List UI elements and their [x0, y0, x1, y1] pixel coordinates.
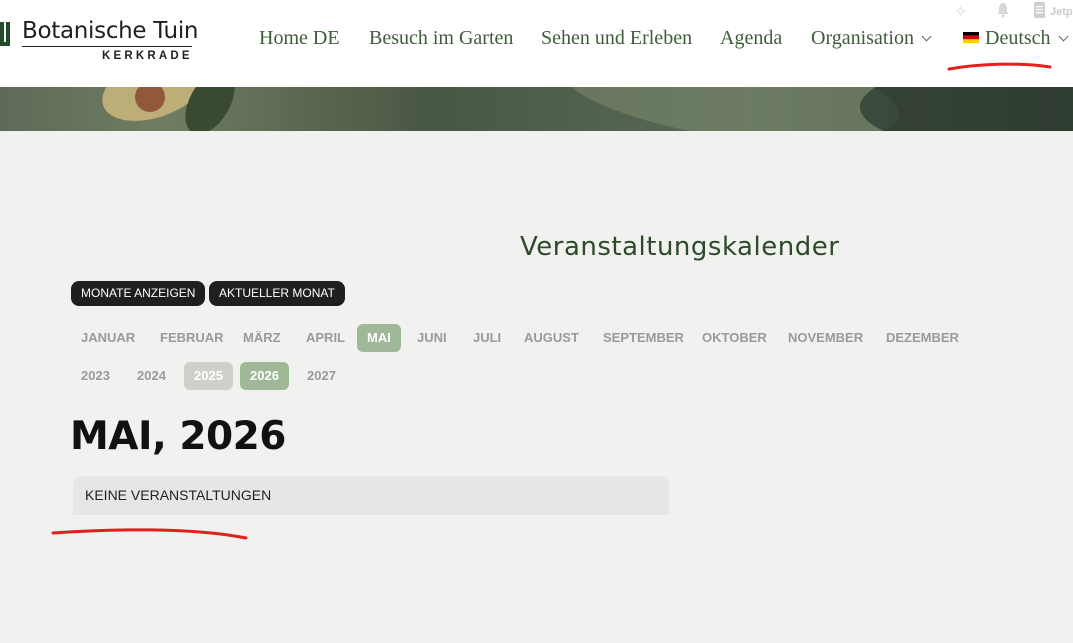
- chevron-down-icon: [1058, 31, 1068, 42]
- site-header: Botanische Tuin KERKRADE ✧ Jetp Home DE …: [0, 0, 1073, 87]
- current-month-button[interactable]: AKTUELLER MONAT: [209, 281, 345, 306]
- language-label: Deutsch: [985, 27, 1051, 49]
- year-2027[interactable]: 2027: [297, 362, 346, 390]
- hero-banner-image: [0, 87, 1073, 131]
- admin-bar-label[interactable]: Jetp: [1050, 6, 1073, 18]
- chevron-down-icon: [921, 31, 932, 42]
- month-february[interactable]: FEBRUAR: [150, 324, 234, 352]
- month-may[interactable]: MAI: [357, 324, 401, 352]
- logo-divider: [22, 46, 192, 47]
- month-october[interactable]: OKTOBER: [692, 324, 777, 352]
- nav-item-home[interactable]: Home DE: [259, 27, 340, 50]
- month-march[interactable]: MÄRZ: [233, 324, 291, 352]
- nav-item-sehen[interactable]: Sehen und Erleben: [541, 27, 692, 50]
- nav-item-besuch[interactable]: Besuch im Garten: [369, 27, 513, 50]
- month-august[interactable]: AUGUST: [514, 324, 589, 352]
- calendar-title: Veranstaltungskalender: [520, 232, 840, 262]
- annotation-underline: [51, 528, 248, 540]
- no-events-message: KEINE VERANSTALTUNGEN: [73, 476, 669, 515]
- year-2026[interactable]: 2026: [240, 362, 289, 390]
- document-icon[interactable]: [1034, 2, 1045, 23]
- show-months-button[interactable]: MONATE ANZEIGEN: [71, 281, 206, 306]
- month-july[interactable]: JULI: [463, 324, 511, 352]
- nav-item-organisation-label: Organisation: [811, 27, 914, 49]
- month-september[interactable]: SEPTEMBER: [593, 324, 694, 352]
- month-november[interactable]: NOVEMBER: [778, 324, 873, 352]
- year-2025[interactable]: 2025: [184, 362, 233, 390]
- month-april[interactable]: APRIL: [296, 324, 355, 352]
- month-december[interactable]: DEZEMBER: [876, 324, 969, 352]
- nav-item-organisation[interactable]: Organisation: [811, 27, 932, 50]
- nav-item-agenda[interactable]: Agenda: [720, 27, 782, 50]
- site-logo[interactable]: Botanische Tuin KERKRADE: [0, 14, 199, 64]
- month-june[interactable]: JUNI: [407, 324, 457, 352]
- bell-icon[interactable]: [996, 2, 1010, 23]
- logo-mark-icon: [0, 22, 10, 46]
- month-january[interactable]: JANUAR: [71, 324, 145, 352]
- language-switcher[interactable]: Deutsch: [963, 27, 1068, 50]
- german-flag-icon: [963, 31, 979, 43]
- selected-period-heading: MAI, 2026: [70, 414, 286, 459]
- logo-title: Botanische Tuin: [22, 18, 199, 44]
- logo-subtitle: KERKRADE: [102, 50, 193, 62]
- sparkle-icon[interactable]: ✧: [954, 2, 967, 22]
- annotation-underline: [947, 62, 1052, 71]
- year-2023[interactable]: 2023: [71, 362, 120, 390]
- year-2024[interactable]: 2024: [127, 362, 176, 390]
